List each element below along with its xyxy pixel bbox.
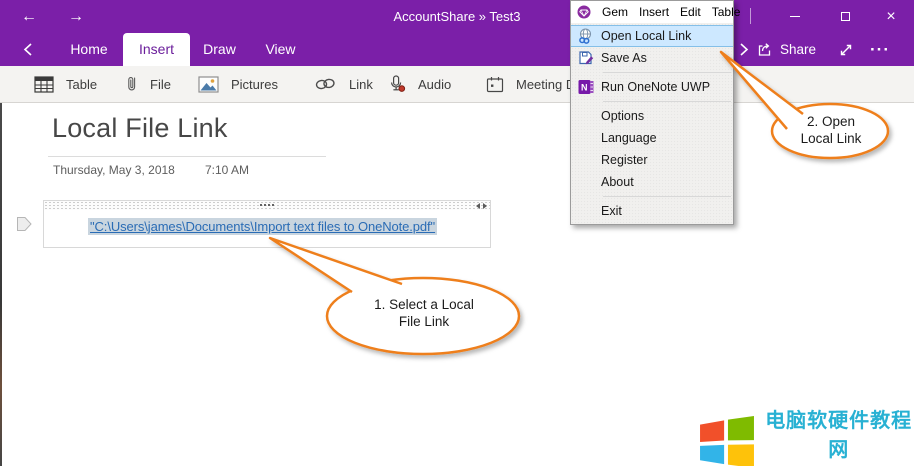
expand-icon <box>838 42 854 58</box>
menu-item-run-onenote-uwp[interactable]: N Run OneNote UWP <box>571 76 733 98</box>
paragraph-handle[interactable] <box>17 217 32 231</box>
chevron-left-icon[interactable] <box>22 42 36 57</box>
gem-menubar: Gem Insert Edit Table <box>571 1 733 23</box>
menu-item-save-as[interactable]: Save As <box>571 47 733 69</box>
page-time: 7:10 AM <box>205 163 249 177</box>
tab-insert[interactable]: Insert <box>123 33 190 66</box>
audio-button[interactable]: Audio <box>388 66 451 102</box>
gem-addin-window: Gem Insert Edit Table Open Local Link <box>570 0 734 225</box>
tab-home[interactable]: Home <box>60 33 118 66</box>
watermark-site-name: 电脑软硬件教程网 <box>762 404 914 462</box>
menu-item-label: Language <box>601 131 657 145</box>
table-button[interactable]: Table <box>34 66 97 102</box>
menu-item-label: Exit <box>601 204 622 218</box>
menu-item-label: Options <box>601 109 644 123</box>
paperclip-icon <box>126 75 138 93</box>
gem-menu-table[interactable]: Table <box>712 5 741 19</box>
note-resize-icon[interactable] <box>476 203 487 209</box>
file-button[interactable]: File <box>126 66 171 102</box>
maximize-icon <box>841 12 850 21</box>
menu-item-label: Register <box>601 153 648 167</box>
note-move-handle[interactable] <box>44 201 490 210</box>
audio-label: Audio <box>418 77 451 92</box>
menu-separator <box>603 101 731 102</box>
menu-item-register[interactable]: Register <box>571 149 733 171</box>
more-options-button[interactable]: ··· <box>870 33 890 66</box>
menu-separator <box>603 72 731 73</box>
pictures-label: Pictures <box>231 77 278 92</box>
watermark: 电脑软硬件教程网 www.computer26.com <box>700 404 914 466</box>
pictures-icon <box>198 76 219 93</box>
windows-logo-icon <box>700 416 754 466</box>
note-container[interactable]: "C:\Users\james\Documents\Import text fi… <box>43 200 491 248</box>
menu-item-label: Open Local Link <box>601 29 691 43</box>
menu-item-label: About <box>601 175 634 189</box>
tab-view[interactable]: View <box>252 33 309 66</box>
ribbon-toolbar: Table File Pictures <box>0 66 914 103</box>
link-icon <box>314 77 337 91</box>
onenote-window: ← → AccountShare » Test3 × Home Insert D… <box>0 0 914 466</box>
window-title: AccountShare » Test3 <box>0 0 914 33</box>
local-file-link[interactable]: "C:\Users\james\Documents\Import text fi… <box>88 218 437 235</box>
share-label: Share <box>780 42 816 57</box>
share-icon <box>756 41 773 58</box>
share-button[interactable]: Share <box>756 33 816 66</box>
fullscreen-button[interactable] <box>838 33 854 66</box>
meeting-icon <box>486 76 504 93</box>
gem-menu-gem[interactable]: Gem <box>602 5 628 19</box>
menu-item-label: Save As <box>601 51 647 65</box>
page-title-rule <box>48 156 326 157</box>
table-icon <box>34 76 54 93</box>
gem-menu: Open Local Link Save As <box>571 23 733 224</box>
svg-text:N: N <box>581 83 588 93</box>
gem-logo-icon <box>577 5 591 19</box>
tab-draw[interactable]: Draw <box>192 33 247 66</box>
pictures-button[interactable]: Pictures <box>198 66 278 102</box>
gem-menu-edit[interactable]: Edit <box>680 5 701 19</box>
window-left-edge <box>0 103 2 466</box>
globe-link-icon <box>571 28 601 44</box>
note-grip-icon[interactable] <box>260 204 274 206</box>
minimize-icon <box>790 16 800 17</box>
table-label: Table <box>66 77 97 92</box>
close-button[interactable]: × <box>876 0 906 33</box>
audio-icon <box>388 75 406 93</box>
maximize-button[interactable] <box>830 0 860 33</box>
minimize-button[interactable] <box>780 0 810 33</box>
onenote-icon: N <box>571 79 601 95</box>
titlebar-divider <box>750 8 751 24</box>
menu-item-label: Run OneNote UWP <box>601 80 710 94</box>
menu-item-open-local-link[interactable]: Open Local Link <box>571 25 733 47</box>
link-button[interactable]: Link <box>314 66 373 102</box>
menu-item-exit[interactable]: Exit <box>571 200 733 222</box>
link-label: Link <box>349 77 373 92</box>
menu-item-language[interactable]: Language <box>571 127 733 149</box>
menu-item-options[interactable]: Options <box>571 105 733 127</box>
save-as-icon <box>571 50 601 66</box>
gem-menu-insert[interactable]: Insert <box>639 5 669 19</box>
page-date: Thursday, May 3, 2018 <box>53 163 175 177</box>
chevron-right-icon[interactable] <box>736 42 750 57</box>
menu-separator <box>603 196 731 197</box>
page-title[interactable]: Local File Link <box>52 113 228 144</box>
file-label: File <box>150 77 171 92</box>
menu-item-about[interactable]: About <box>571 171 733 193</box>
title-bar: ← → AccountShare » Test3 × <box>0 0 914 33</box>
